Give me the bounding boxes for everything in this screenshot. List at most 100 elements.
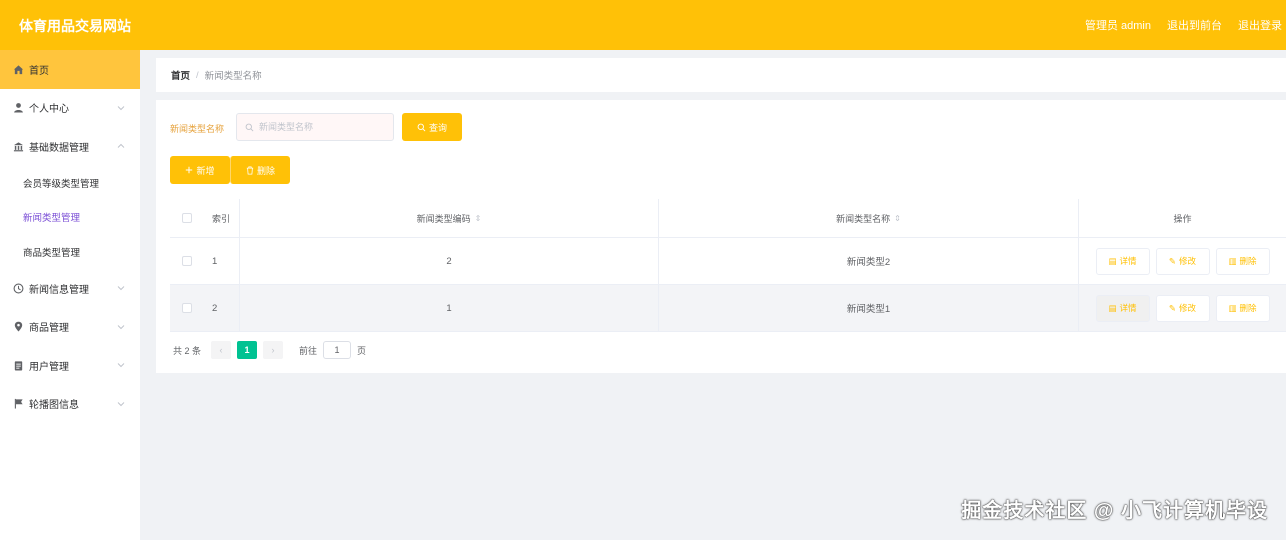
- breadcrumb-separator: /: [196, 69, 199, 81]
- table-row: 2 1 新闻类型1 ▤ 详情 ✎ 修改 ▥ 删除: [170, 285, 1286, 332]
- clipboard-icon: [12, 359, 24, 371]
- home-icon: [12, 63, 24, 75]
- document-icon: ▤: [1108, 302, 1117, 313]
- sidebar-item-personal[interactable]: 个人中心: [0, 89, 140, 128]
- search-input[interactable]: [259, 122, 379, 132]
- header-name-label: 新闻类型名称: [836, 213, 891, 224]
- header-index: 索引: [203, 199, 240, 237]
- search-field[interactable]: [236, 113, 394, 141]
- header-ops: 操作: [1173, 213, 1192, 224]
- prev-page-button[interactable]: ‹: [211, 341, 232, 359]
- table-row: 1 2 新闻类型2 ▤ 详情 ✎ 修改 ▥ 删除: [170, 238, 1286, 285]
- trash-icon: ▥: [1228, 302, 1237, 313]
- row-delete-button-label: 删除: [1239, 303, 1257, 313]
- edit-button[interactable]: ✎ 修改: [1155, 247, 1210, 275]
- search-icon: [245, 123, 254, 131]
- edit-button-label: 修改: [1179, 303, 1197, 313]
- page-unit: 页: [357, 345, 367, 356]
- row-delete-button[interactable]: ▥ 删除: [1215, 247, 1270, 275]
- row-name: 新闻类型2: [659, 238, 1079, 284]
- chevron-down-icon: [117, 363, 125, 368]
- next-page-button[interactable]: ›: [263, 341, 284, 359]
- row-checkbox[interactable]: [181, 303, 192, 313]
- row-index: 2: [203, 285, 240, 331]
- row-code: 2: [240, 238, 659, 284]
- sidebar-item-label: 商品管理: [29, 323, 69, 335]
- header-check-cell: [170, 199, 203, 237]
- sidebar-item-basic-data[interactable]: 基础数据管理: [0, 127, 140, 166]
- delete-button-label: 删除: [256, 165, 275, 176]
- sidebar-item-news-info[interactable]: 新闻信息管理: [0, 269, 140, 308]
- top-links: 管理员 admin 退出到前台 退出登录: [1085, 17, 1282, 33]
- detail-button[interactable]: ▤ 详情: [1095, 247, 1150, 275]
- logout-link[interactable]: 退出登录: [1238, 17, 1282, 33]
- chevron-down-icon: [117, 286, 125, 291]
- pagination: 共 2 条 ‹ 1 › 前往 1 页: [173, 341, 366, 359]
- admin-label: 管理员 admin: [1084, 20, 1151, 32]
- breadcrumb-home[interactable]: 首页: [171, 68, 190, 82]
- chevron-down-icon: [117, 401, 125, 406]
- sort-icon[interactable]: ⇕: [894, 214, 901, 223]
- detail-button-label: 详情: [1119, 256, 1137, 266]
- top-bar: 体育用品交易网站 管理员 admin 退出到前台 退出登录: [0, 0, 1286, 50]
- breadcrumb: 首页 / 新闻类型名称: [156, 58, 1286, 92]
- flag-icon: [12, 398, 24, 410]
- header-code[interactable]: 新闻类型编码 ⇕: [240, 199, 659, 237]
- back-to-front-link[interactable]: 退出到前台: [1167, 17, 1222, 33]
- sidebar-item-home[interactable]: 首页: [0, 50, 140, 89]
- chevron-down-icon: [117, 324, 125, 329]
- chevron-down-icon: [117, 105, 125, 110]
- row-delete-button[interactable]: ▥ 删除: [1215, 294, 1270, 322]
- sort-icon[interactable]: ⇕: [475, 214, 482, 223]
- sidebar-item-label: 新闻信息管理: [29, 284, 89, 296]
- plus-icon: [186, 166, 193, 174]
- pagination-total: 共 2 条: [173, 345, 202, 356]
- query-button[interactable]: 查询: [402, 113, 462, 141]
- header-name[interactable]: 新闻类型名称 ⇕: [659, 199, 1079, 237]
- query-button-label: 查询: [428, 122, 447, 133]
- row-check-cell: [170, 238, 203, 284]
- detail-button-label: 详情: [1119, 303, 1137, 313]
- add-button[interactable]: 新增: [170, 156, 230, 184]
- clock-icon: [12, 282, 24, 294]
- row-ops: ▤ 详情 ✎ 修改 ▥ 删除: [1079, 285, 1286, 331]
- sidebar-subitem-member-level[interactable]: 会员等级类型管理: [0, 166, 140, 201]
- row-checkbox[interactable]: [181, 256, 192, 266]
- detail-button[interactable]: ▤ 详情: [1095, 294, 1150, 322]
- row-ops: ▤ 详情 ✎ 修改 ▥ 删除: [1079, 238, 1286, 284]
- site-title: 体育用品交易网站: [19, 18, 131, 34]
- sidebar-item-goods[interactable]: 商品管理: [0, 308, 140, 347]
- list-panel: 新闻类型名称 查询 新增 删除 索引 新闻类型编码⇕ 新闻类型名称⇕ 操作: [156, 100, 1286, 373]
- sidebar-item-label: 基础数据管理: [29, 142, 89, 154]
- sidebar-item-users[interactable]: 用户管理: [0, 346, 140, 385]
- chevron-left-icon: ‹: [219, 345, 223, 355]
- sidebar: 首页 个人中心 基础数据管理 会员等级类型管理 新闻类型管理 商品类型管理 新闻…: [0, 50, 140, 540]
- chevron-right-icon: ›: [271, 345, 275, 355]
- goto-label: 前往: [299, 345, 318, 356]
- data-table: 索引 新闻类型编码 ⇕ 新闻类型名称 ⇕ 操作 1 2 新闻类型2 ▤ 详情 ✎ 修改 …: [170, 199, 1286, 332]
- sidebar-item-carousel[interactable]: 轮播图信息: [0, 385, 140, 424]
- sidebar-subitem-goods-type[interactable]: 商品类型管理: [0, 235, 140, 270]
- add-button-label: 新增: [196, 165, 215, 176]
- goto-page-input[interactable]: 1: [323, 341, 352, 359]
- sidebar-item-label: 轮播图信息: [29, 400, 79, 412]
- sidebar-item-label: 用户管理: [29, 361, 69, 373]
- bank-icon: [12, 140, 24, 152]
- main-content: 首页 / 新闻类型名称 新闻类型名称 查询 新增 删除 索引 新闻类型编码 ⇕ 新…: [156, 58, 1286, 373]
- sidebar-item-label: 个人中心: [29, 104, 69, 116]
- row-name: 新闻类型1: [659, 285, 1079, 331]
- sidebar-subitem-news-type[interactable]: 新闻类型管理: [0, 200, 140, 235]
- table-header: 索引 新闻类型编码 ⇕ 新闻类型名称 ⇕ 操作: [170, 199, 1286, 238]
- delete-button[interactable]: 删除: [230, 156, 290, 184]
- edit-button[interactable]: ✎ 修改: [1155, 294, 1210, 322]
- search-icon: [417, 123, 426, 131]
- edit-icon: ✎: [1168, 302, 1177, 313]
- row-delete-button-label: 删除: [1239, 256, 1257, 266]
- row-code: 1: [240, 285, 659, 331]
- select-all-checkbox[interactable]: [181, 213, 192, 223]
- page-number-current[interactable]: 1: [237, 341, 258, 359]
- edit-button-label: 修改: [1179, 256, 1197, 266]
- breadcrumb-current: 新闻类型名称: [204, 71, 262, 82]
- document-icon: ▤: [1108, 255, 1117, 266]
- edit-icon: ✎: [1168, 255, 1177, 266]
